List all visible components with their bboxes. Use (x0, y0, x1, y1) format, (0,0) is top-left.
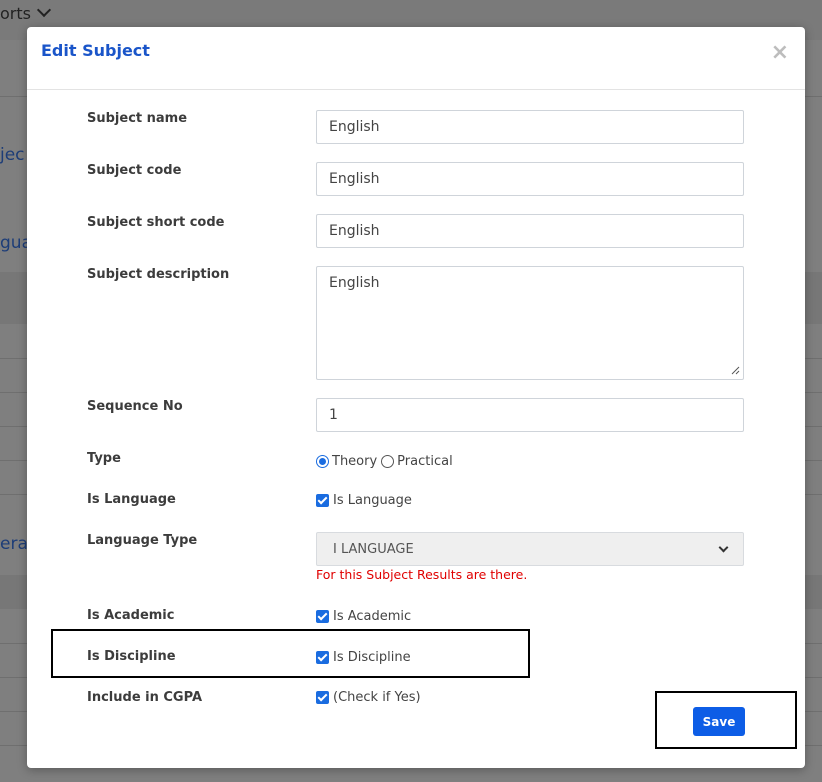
type-label: Type (87, 451, 121, 466)
chevron-down-icon (718, 542, 729, 552)
is-academic-label: Is Academic (87, 608, 175, 623)
is-language-checkbox-row[interactable]: Is Language (316, 493, 412, 508)
subject-description-textarea[interactable]: English (316, 266, 744, 380)
subject-description-label: Subject description (87, 267, 230, 282)
bg-section-title: jec (0, 145, 25, 165)
chevron-down-icon (36, 2, 52, 18)
subject-name-label: Subject name (87, 111, 188, 126)
include-in-cgpa-checkbox-label[interactable]: (Check if Yes) (333, 690, 421, 705)
modal-title: Edit Subject (41, 41, 150, 60)
subject-code-input[interactable] (316, 162, 744, 196)
type-theory-label[interactable]: Theory (332, 454, 377, 469)
sequence-no-input[interactable] (316, 398, 744, 432)
highlight-box-save (655, 691, 797, 749)
language-type-label: Language Type (87, 533, 198, 548)
is-language-checkbox[interactable] (316, 494, 329, 507)
type-radio-group: Theory Practical (316, 454, 453, 469)
type-theory-radio[interactable] (316, 455, 329, 468)
close-icon[interactable]: × (771, 40, 789, 65)
include-in-cgpa-label: Include in CGPA (87, 690, 203, 705)
highlight-box-is-discipline (51, 629, 530, 678)
subject-short-code-label: Subject short code (87, 215, 225, 230)
modal-header: Edit Subject × (27, 27, 805, 90)
language-type-error: For this Subject Results are there. (316, 567, 528, 582)
sequence-no-label: Sequence No (87, 399, 183, 414)
subject-name-input[interactable] (316, 110, 744, 144)
nav-reports-menu[interactable]: orts (0, 2, 52, 23)
bg-table-title: era (0, 534, 28, 554)
is-academic-checkbox-label[interactable]: Is Academic (333, 609, 411, 624)
is-academic-checkbox[interactable] (316, 610, 329, 623)
language-type-select[interactable]: I LANGUAGE (316, 532, 744, 566)
include-in-cgpa-checkbox[interactable] (316, 691, 329, 704)
is-language-checkbox-label[interactable]: Is Language (333, 493, 412, 508)
type-practical-label[interactable]: Practical (397, 454, 453, 469)
subject-code-label: Subject code (87, 163, 182, 178)
include-in-cgpa-checkbox-row[interactable]: (Check if Yes) (316, 690, 421, 705)
language-type-selected: I LANGUAGE (333, 541, 414, 557)
is-language-label: Is Language (87, 492, 176, 507)
type-practical-radio[interactable] (381, 455, 395, 468)
subject-short-code-input[interactable] (316, 214, 744, 248)
is-academic-checkbox-row[interactable]: Is Academic (316, 609, 411, 624)
resize-grip-icon[interactable] (730, 365, 740, 375)
nav-reports-label: orts (0, 4, 31, 23)
